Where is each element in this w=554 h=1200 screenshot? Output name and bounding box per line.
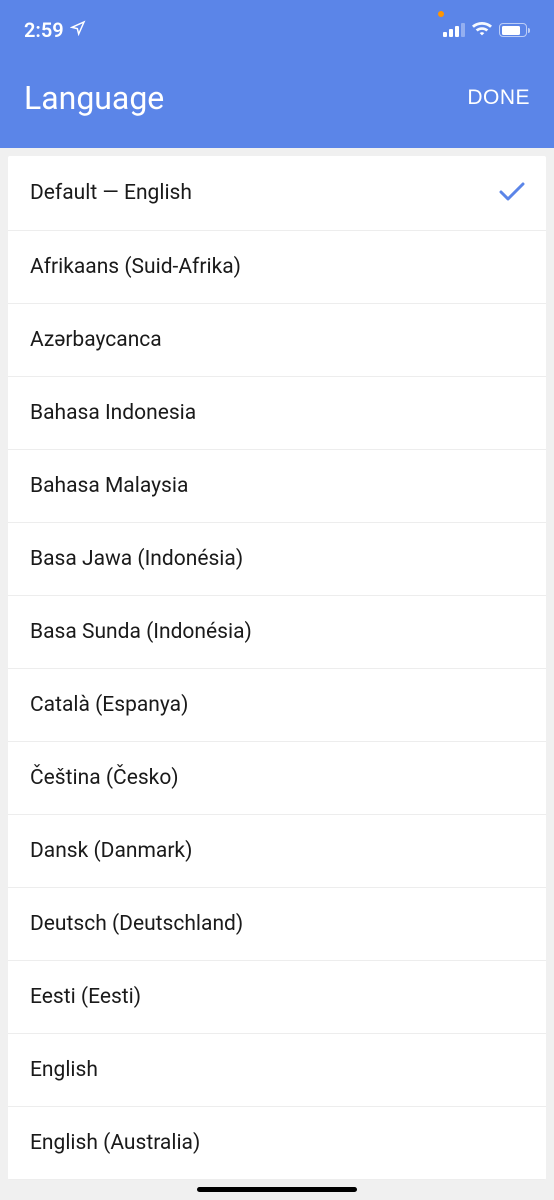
nav-bar: Language DONE <box>0 48 554 148</box>
language-item[interactable]: Bahasa Indonesia <box>8 377 546 450</box>
wifi-icon <box>472 21 492 40</box>
language-label: Afrikaans (Suid-Afrika) <box>30 255 241 279</box>
language-label: Bahasa Indonesia <box>30 401 196 425</box>
status-time: 2:59 <box>24 18 64 42</box>
language-label: Català (Espanya) <box>30 693 188 717</box>
language-item[interactable]: Basa Sunda (Indonésia) <box>8 596 546 669</box>
language-item[interactable]: Default — English <box>8 156 546 231</box>
language-item[interactable]: Azərbaycanca <box>8 304 546 377</box>
language-label: Eesti (Eesti) <box>30 985 141 1009</box>
language-item[interactable]: English <box>8 1034 546 1107</box>
status-left: 2:59 <box>24 18 86 42</box>
home-indicator[interactable] <box>197 1187 357 1192</box>
header: 2:59 <box>0 0 554 148</box>
language-label: Default — English <box>30 181 192 205</box>
done-button[interactable]: DONE <box>467 86 530 110</box>
status-right <box>443 21 530 40</box>
language-label: English (Australia) <box>30 1131 200 1155</box>
recording-indicator-dot <box>438 11 444 17</box>
language-list: Default — English Afrikaans (Suid-Afrika)… <box>8 156 546 1180</box>
location-icon <box>70 20 86 40</box>
language-item[interactable]: Basa Jawa (Indonésia) <box>8 523 546 596</box>
language-label: Azərbaycanca <box>30 328 162 352</box>
language-label: Bahasa Malaysia <box>30 474 188 498</box>
language-item[interactable]: Català (Espanya) <box>8 669 546 742</box>
cellular-signal-icon <box>443 23 465 37</box>
page-title: Language <box>24 79 164 117</box>
language-item[interactable]: Čeština (Česko) <box>8 742 546 815</box>
language-item[interactable]: Deutsch (Deutschland) <box>8 888 546 961</box>
language-item[interactable]: Bahasa Malaysia <box>8 450 546 523</box>
language-label: Dansk (Danmark) <box>30 839 192 863</box>
language-item[interactable]: Dansk (Danmark) <box>8 815 546 888</box>
language-label: Basa Sunda (Indonésia) <box>30 620 252 644</box>
language-label: English <box>30 1058 98 1082</box>
language-item[interactable]: Eesti (Eesti) <box>8 961 546 1034</box>
language-label: Čeština (Česko) <box>30 766 179 790</box>
status-bar: 2:59 <box>0 0 554 48</box>
language-item[interactable]: Afrikaans (Suid-Afrika) <box>8 231 546 304</box>
language-label: Deutsch (Deutschland) <box>30 912 243 936</box>
language-item[interactable]: English (Australia) <box>8 1107 546 1180</box>
check-icon <box>498 180 526 206</box>
battery-icon <box>499 23 530 37</box>
language-label: Basa Jawa (Indonésia) <box>30 547 243 571</box>
